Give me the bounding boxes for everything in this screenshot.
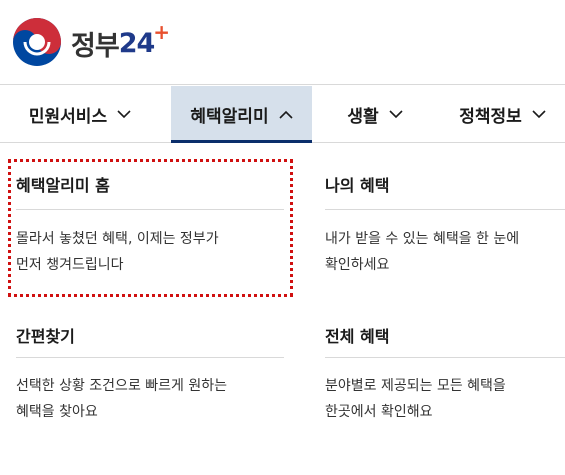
menu-item-title[interactable]: 전체 혜택 xyxy=(325,323,565,347)
description-line: 내가 받을 수 있는 혜택을 한 눈에 xyxy=(325,231,520,247)
nav-item-life[interactable]: 생활 xyxy=(325,86,425,142)
nav-item-benefit-alert[interactable]: 혜택알리미 xyxy=(171,86,312,143)
description-line: 한곳에서 확인해요 xyxy=(325,404,433,420)
logo-number: 24 xyxy=(118,27,156,59)
divider xyxy=(16,357,284,358)
menu-item-title[interactable]: 혜택알리미 홈 xyxy=(16,172,288,196)
nav-label: 정책정보 xyxy=(459,106,522,127)
menu-item-all-benefits[interactable]: 전체 혜택 분야별로 제공되는 모든 혜택을 한곳에서 확인해요 xyxy=(325,323,565,441)
menu-item-description: 몰라서 놓쳤던 혜택, 이제는 정부가 먼저 챙겨드립니다 xyxy=(16,226,219,278)
site-header: 정부 24 + xyxy=(0,0,565,85)
taegeuk-emblem-icon xyxy=(13,18,61,66)
nav-label: 민원서비스 xyxy=(28,106,108,127)
menu-item-description: 분야별로 제공되는 모든 혜택을 한곳에서 확인해요 xyxy=(325,373,506,425)
divider xyxy=(325,357,565,358)
menu-item-description: 선택한 상황 조건으로 빠르게 원하는 혜택을 찾아요 xyxy=(16,373,227,425)
menu-item-quick-search[interactable]: 간편찾기 선택한 상황 조건으로 빠르게 원하는 혜택을 찾아요 xyxy=(16,323,288,441)
logo-wordmark: 정부 xyxy=(71,30,120,62)
gov24-logo[interactable]: 정부 24 + xyxy=(12,17,171,67)
menu-item-my-benefits[interactable]: 나의 혜택 내가 받을 수 있는 혜택을 한 눈에 확인하세요 xyxy=(325,172,565,290)
description-line: 분야별로 제공되는 모든 혜택을 xyxy=(325,378,506,394)
description-line: 확인하세요 xyxy=(325,257,390,273)
menu-item-description: 내가 받을 수 있는 혜택을 한 눈에 확인하세요 xyxy=(325,226,519,278)
menu-item-benefit-home[interactable]: 혜택알리미 홈 몰라서 놓쳤던 혜택, 이제는 정부가 먼저 챙겨드립니다 xyxy=(16,172,288,290)
nav-label: 혜택알리미 xyxy=(190,106,269,127)
chevron-up-icon xyxy=(279,104,293,124)
description-line: 혜택을 찾아요 xyxy=(16,404,98,420)
menu-item-title[interactable]: 나의 혜택 xyxy=(325,172,565,196)
chevron-down-icon xyxy=(117,104,131,124)
divider xyxy=(325,209,565,210)
description-line: 선택한 상황 조건으로 빠르게 원하는 xyxy=(16,378,227,394)
nav-label: 생활 xyxy=(347,106,379,127)
divider xyxy=(16,209,284,210)
description-line: 먼저 챙겨드립니다 xyxy=(16,257,124,273)
logo-plus: + xyxy=(153,20,171,44)
nav-item-policy-info[interactable]: 정책정보 xyxy=(440,86,565,142)
chevron-down-icon xyxy=(389,104,403,124)
menu-item-title[interactable]: 간편찾기 xyxy=(16,323,288,347)
nav-item-civil-service[interactable]: 민원서비스 xyxy=(0,86,160,142)
main-navigation: 민원서비스 혜택알리미 생활 정책정보 xyxy=(0,86,565,143)
chevron-down-icon xyxy=(532,104,546,124)
description-line: 몰라서 놓쳤던 혜택, 이제는 정부가 xyxy=(16,231,219,247)
